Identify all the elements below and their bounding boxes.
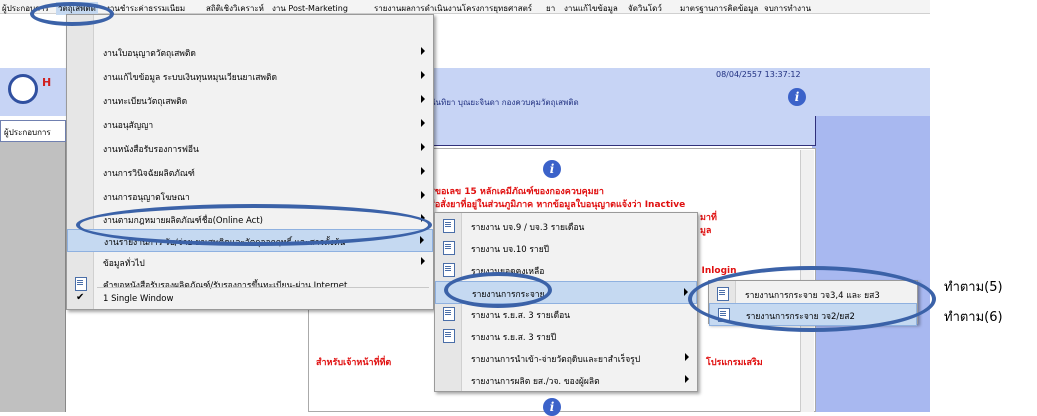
menu1-item-single-window[interactable]: ✔ 1 Single Window bbox=[67, 289, 433, 310]
menu2-item-import-dispense[interactable]: รายงานการนำเข้า-จ่ายวัตถุดิบและยาสำเร็จร… bbox=[435, 347, 697, 368]
datetime-display: 08/04/2557 13:37:12 bbox=[716, 70, 801, 79]
chevron-right-icon bbox=[420, 236, 424, 244]
document-icon bbox=[443, 329, 455, 343]
menu2-item-rys3-yearly[interactable]: รายงาน ร.ย.ส. 3 รายปี bbox=[435, 325, 697, 346]
info-icon-bottom: i bbox=[543, 398, 561, 416]
info-icon[interactable]: i bbox=[788, 88, 806, 106]
menu1-item-license[interactable]: งานใบอนุญาตวัตถุเสพติด bbox=[67, 41, 433, 62]
right-blue-panel bbox=[812, 116, 930, 412]
notice-line-3: มาที่ bbox=[700, 213, 717, 223]
footer-left-text: สำหรับเจ้าหน้าที่ที่ต bbox=[316, 358, 392, 368]
chevron-right-icon bbox=[421, 143, 425, 151]
menu1-item-fund-edit[interactable]: งานแก้ไขข้อมูล ระบบเงินทุนหมุนเวียนยาเสพ… bbox=[67, 65, 433, 86]
document-icon bbox=[443, 263, 455, 277]
notice-line-2: รือสั่งยาที่อยู่ในส่วนภูมิภาค หากข้อมูลใ… bbox=[430, 200, 686, 210]
footer-right-text: โปรแกรมเสริม bbox=[706, 358, 763, 368]
menu1-item-convention[interactable]: งานอนุสัญญา bbox=[67, 113, 433, 134]
checkmark-icon: ✔ bbox=[76, 292, 85, 303]
menu-data-standard[interactable]: มาตรฐานการคิดข้อมูล bbox=[680, 2, 758, 15]
document-icon bbox=[443, 307, 455, 321]
chevron-right-icon bbox=[421, 71, 425, 79]
menu-bar: ผู้ประกอบการ วัตถุเสพติด งานชำระค่าธรรมเ… bbox=[0, 0, 930, 15]
menu2-item-production[interactable]: รายงานการผลิต ยส./วจ. ของผู้ผลิต bbox=[435, 369, 697, 390]
menu1-item-certificate[interactable]: งานหนังสือรับรองการฟอีน bbox=[67, 137, 433, 158]
annotation-step6: ทำตาม(6) bbox=[944, 310, 1003, 325]
menu1-item-general-info[interactable]: ข้อมูลทั่วไป bbox=[67, 251, 433, 272]
annotation-oval-submenu bbox=[688, 266, 936, 332]
document-icon bbox=[443, 219, 455, 233]
chevron-right-icon bbox=[421, 191, 425, 199]
menu-separator bbox=[97, 287, 429, 288]
menu-drugs[interactable]: ยา bbox=[546, 2, 555, 15]
menu-data-edit[interactable]: งานแก้ไขข้อมูล bbox=[564, 2, 618, 15]
user-row: ผู้ประกอบการ bbox=[0, 120, 66, 142]
chevron-right-icon bbox=[421, 119, 425, 127]
app-logo bbox=[8, 74, 38, 104]
app-logo-text: H bbox=[42, 76, 52, 89]
menu-exit[interactable]: จบการทำงาน bbox=[764, 2, 811, 15]
menu2-item-bj10-yearly[interactable]: รายงาน บจ.10 รายปี bbox=[435, 237, 697, 258]
annotation-oval-menu bbox=[30, 2, 114, 26]
annotation-oval-report bbox=[76, 204, 432, 246]
annotation-step5: ทำตาม(5) bbox=[944, 280, 1003, 295]
notice-line-4: มูล bbox=[700, 226, 712, 236]
chevron-right-icon bbox=[421, 167, 425, 175]
info-icon-notice: i bbox=[543, 160, 561, 178]
menu1-item-advertising[interactable]: งานการอนุญาตโฆษณา bbox=[67, 185, 433, 206]
narcotics-menu: งานใบอนุญาตวัตถุเสพติด งานแก้ไขข้อมูล ระ… bbox=[66, 14, 434, 310]
chevron-right-icon bbox=[421, 257, 425, 265]
chevron-right-icon bbox=[421, 47, 425, 55]
chevron-right-icon bbox=[685, 353, 689, 361]
chevron-right-icon bbox=[684, 288, 688, 296]
menu1-item-diagnosis[interactable]: งานการวินิจฉัยผลิตภัณฑ์ bbox=[67, 161, 433, 182]
chevron-right-icon bbox=[421, 95, 425, 103]
menu1-item-registration[interactable]: งานทะเบียนวัตถุเสพติด bbox=[67, 89, 433, 110]
chevron-right-icon bbox=[685, 375, 689, 383]
notice-line-1: รขอเลข 15 หลักเคมีภัณฑ์ของกองควบคุมยา bbox=[430, 187, 604, 197]
user-name: นันทิยา บุณยะจินดา กองควบคุมวัตถุเสพติด bbox=[430, 98, 579, 107]
document-icon bbox=[443, 241, 455, 255]
annotation-oval-distribution bbox=[444, 272, 552, 308]
menu2-item-bj9-monthly[interactable]: รายงาน บจ.9 / บจ.3 รายเดือน bbox=[435, 215, 697, 236]
menu-window[interactable]: จัดวินโดว์ bbox=[628, 2, 662, 15]
left-panel bbox=[0, 142, 66, 412]
